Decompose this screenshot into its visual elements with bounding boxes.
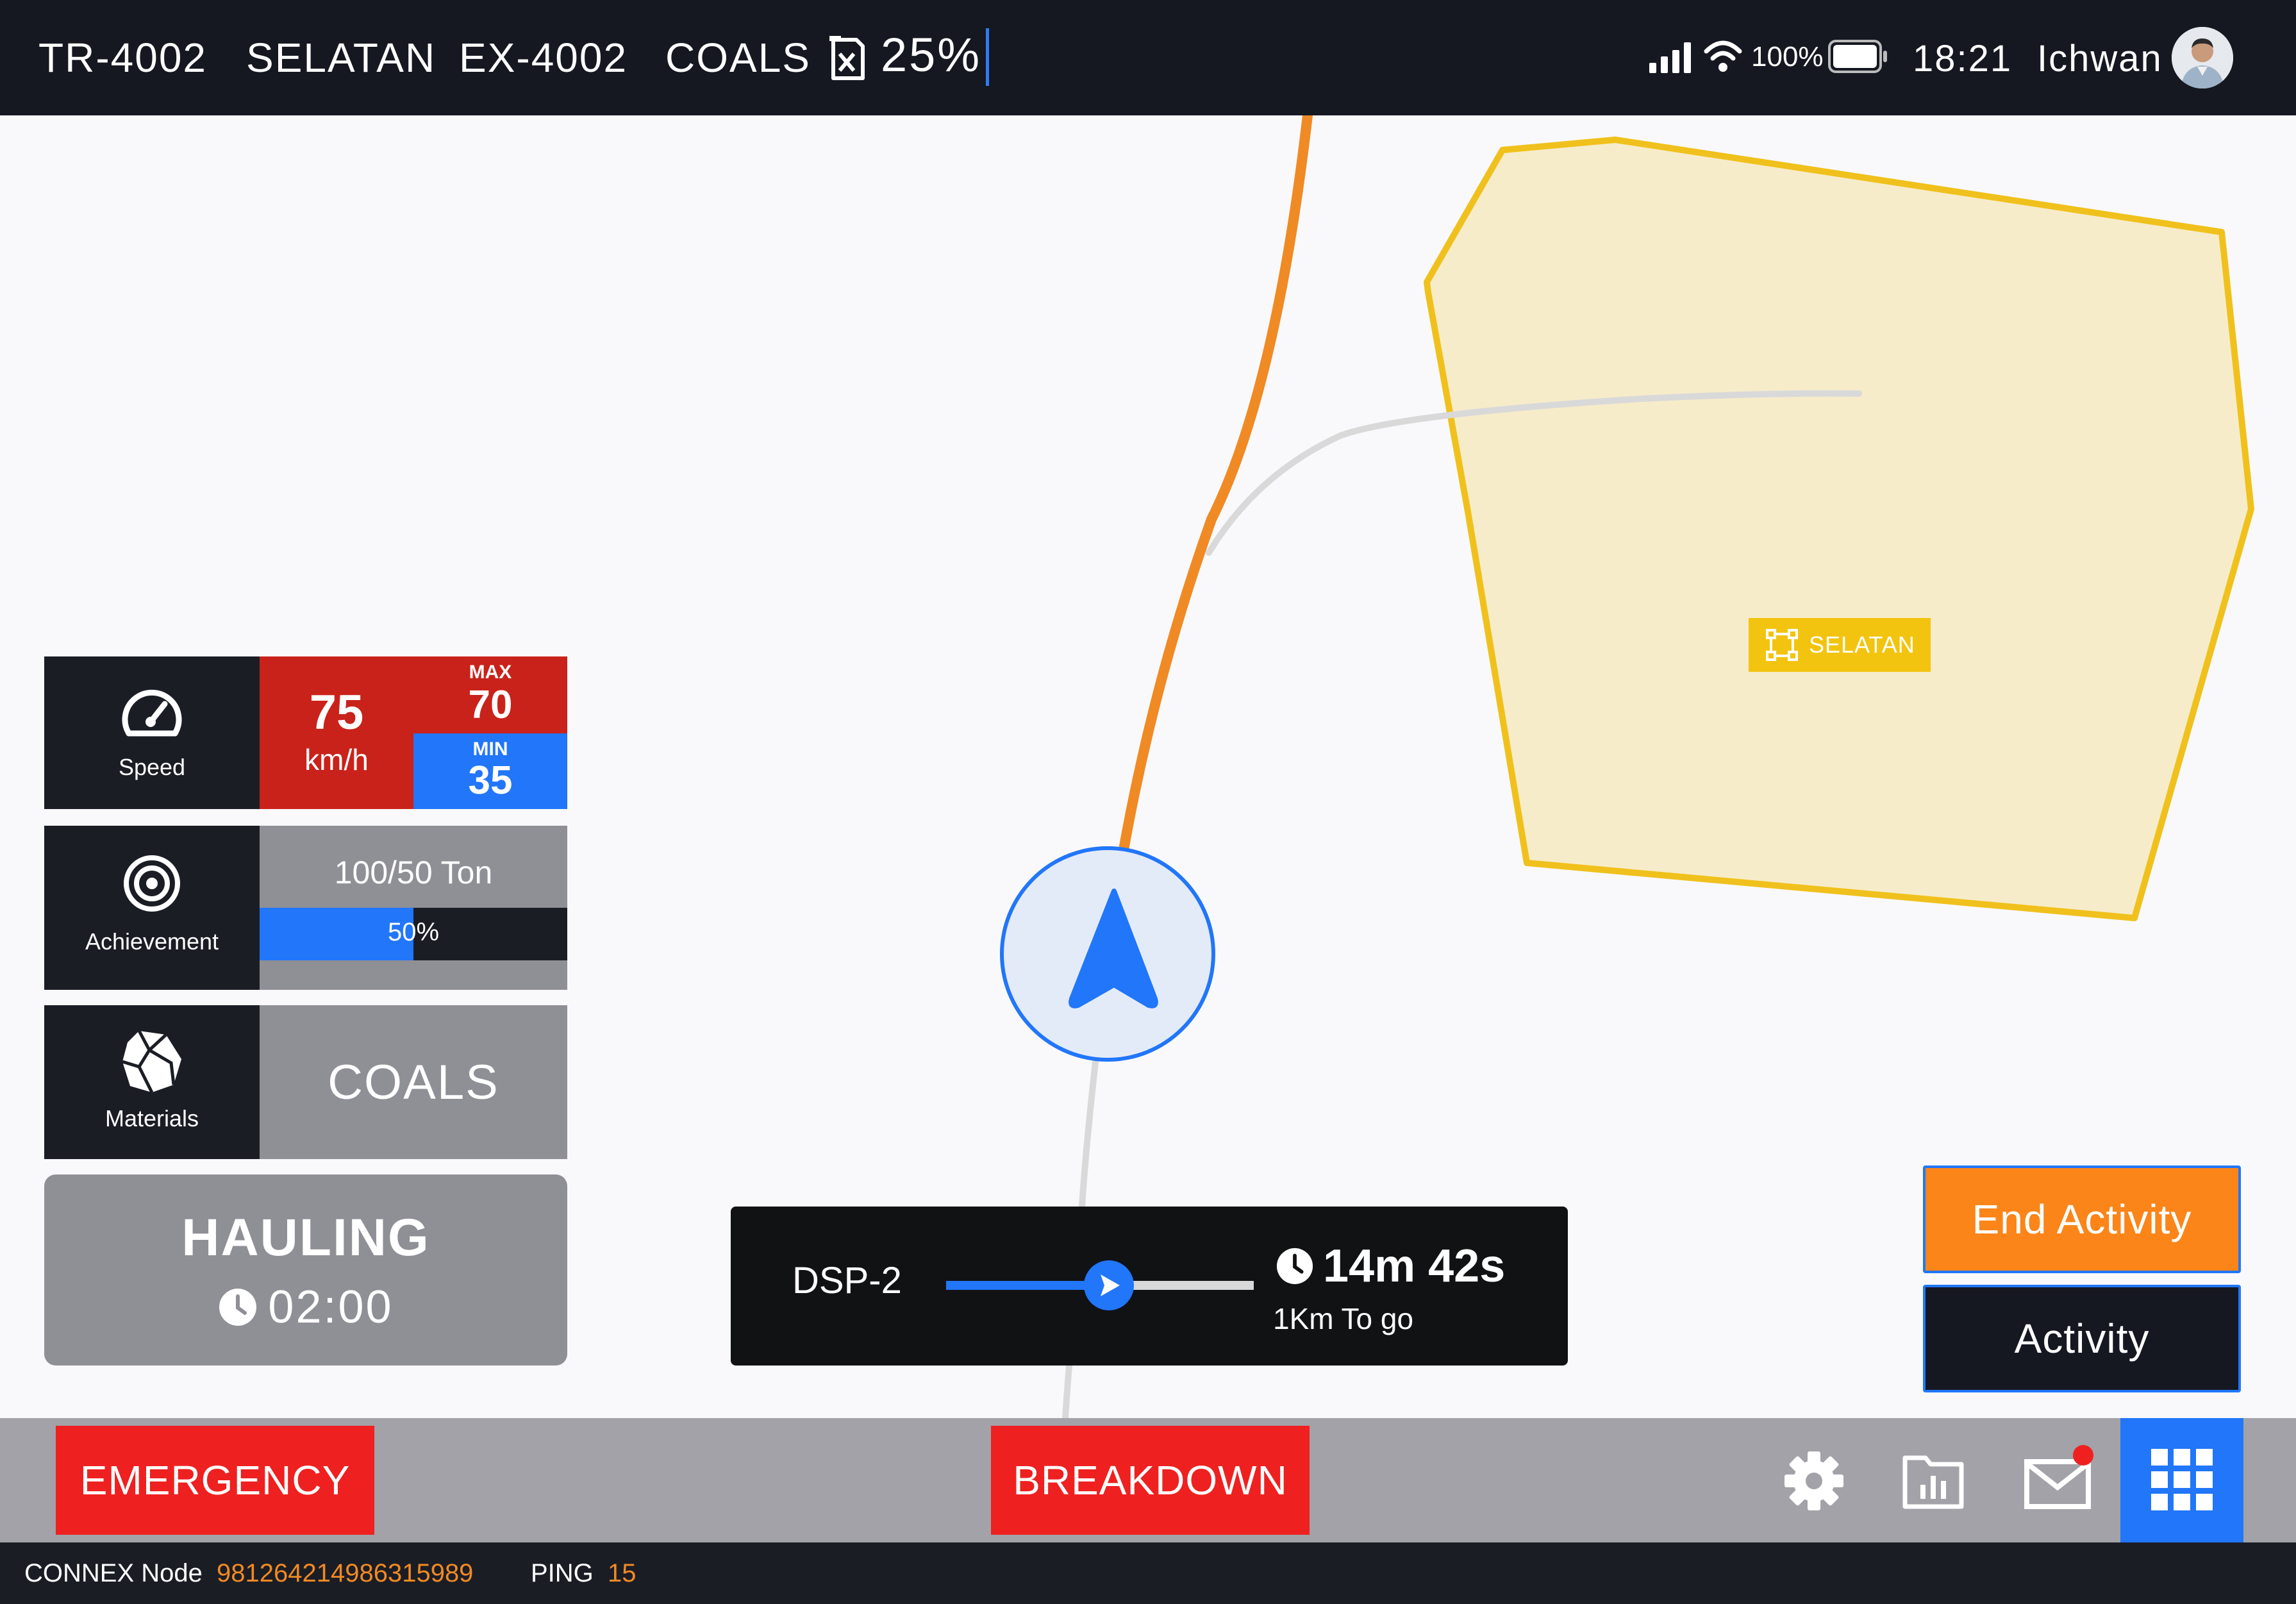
max-value: 70 <box>468 683 513 727</box>
speedometer-icon <box>122 689 182 737</box>
notification-dot <box>2073 1445 2093 1466</box>
arrow-right-icon <box>1101 1274 1120 1296</box>
fuel-level: 25% <box>881 28 982 81</box>
materials-widget: Materials COALS <box>44 1005 567 1159</box>
eta: 14m 42s <box>1276 1240 1505 1292</box>
ping-value: 15 <box>608 1559 636 1587</box>
node-id: 981264214986315989 <box>217 1559 474 1587</box>
connection-status-bar: CONNEX Node 981264214986315989 PING 15 <box>0 1542 2296 1604</box>
target-icon <box>124 855 180 912</box>
polygon-select-icon <box>1766 629 1798 661</box>
activity-timer: 02:00 <box>44 1281 567 1333</box>
mail-icon[interactable] <box>2023 1442 2097 1513</box>
speed-unit: km/h <box>304 743 369 776</box>
materials-icon-box: Materials <box>44 1005 260 1159</box>
achievement-label: Achievement <box>85 928 219 955</box>
clock-icon <box>1276 1248 1313 1285</box>
eta-value: 14m 42s <box>1323 1241 1506 1292</box>
achievement-icon-box: Achievement <box>44 826 260 990</box>
fuel-can-icon <box>829 36 865 80</box>
route-active <box>1111 115 1313 896</box>
route-progress-track <box>946 1260 1254 1310</box>
wifi-icon <box>1704 40 1742 72</box>
activity-timer-value: 02:00 <box>268 1282 394 1333</box>
truck-id: TR-4002 <box>38 35 207 81</box>
fuel-divider <box>986 28 989 86</box>
zone-polygon[interactable] <box>1424 137 2254 921</box>
activity-button[interactable]: Activity <box>1923 1285 2241 1392</box>
apps-menu-button[interactable] <box>2120 1418 2243 1542</box>
achievement-progress-text: 50% <box>387 918 440 946</box>
emergency-button[interactable]: EMERGENCY <box>56 1426 374 1535</box>
zone-name: SELATAN <box>1809 631 1915 658</box>
route-progress-panel: DSP-2 14m 42s 1Km To go <box>731 1207 1568 1366</box>
destination-name: DSP-2 <box>792 1260 902 1301</box>
area-name: SELATAN <box>246 35 437 81</box>
min-label: MIN <box>472 739 508 760</box>
speed-icon-box: Speed <box>44 656 260 809</box>
current-speed: 75 km/h <box>260 656 413 809</box>
material-name: COALS <box>665 35 811 81</box>
avatar[interactable] <box>2172 27 2233 88</box>
excavator-id: EX-4002 <box>459 35 628 81</box>
speed-min: MIN 35 <box>413 733 567 809</box>
node-label: CONNEX Node <box>24 1559 203 1587</box>
materials-label: Materials <box>104 1105 199 1132</box>
speed-max: MAX 70 <box>413 656 567 733</box>
folder-chart-icon[interactable] <box>1901 1449 1965 1513</box>
clock-time: 18:21 <box>1913 38 2013 79</box>
user-photo <box>2172 27 2233 88</box>
clock-icon <box>219 1289 257 1326</box>
breakdown-button[interactable]: BREAKDOWN <box>991 1426 1310 1535</box>
materials-value: COALS <box>260 1005 567 1159</box>
min-value: 35 <box>468 758 513 803</box>
zone-label[interactable]: SELATAN <box>1749 618 1931 672</box>
vehicle-marker <box>1000 846 1215 1062</box>
route-progress-knob <box>1084 1260 1135 1310</box>
gear-icon[interactable] <box>1782 1449 1846 1513</box>
achievement-progress-bar: 50% <box>260 908 567 960</box>
battery-percent: 100% <box>1751 41 1824 72</box>
user-name[interactable]: Ichwan <box>2037 32 2163 86</box>
speed-label: Speed <box>118 754 186 780</box>
activity-status-card: HAULING 02:00 <box>44 1174 567 1366</box>
grid-menu-icon <box>2151 1449 2213 1510</box>
battery-icon <box>1828 40 1887 73</box>
rock-icon <box>122 1030 181 1094</box>
activity-status: HAULING <box>181 1208 430 1267</box>
achievement-widget: Achievement 100/50 Ton 50% <box>44 826 567 990</box>
end-activity-button[interactable]: End Activity <box>1923 1165 2241 1273</box>
speed-value: 75 <box>309 685 364 740</box>
top-status-bar: TR-4002 SELATAN EX-4002 COALS 25% 100% 1… <box>0 0 2296 115</box>
tonnage-value: 100/50 Ton <box>334 855 493 890</box>
max-label: MAX <box>469 662 512 683</box>
bottom-action-bar: EMERGENCY BREAKDOWN <box>0 1418 2296 1542</box>
distance-remaining: 1Km To go <box>1273 1302 1414 1335</box>
ping-label: PING <box>531 1559 594 1587</box>
achievement-detail: 100/50 Ton 50% <box>260 826 567 990</box>
speed-widget: Speed 75 km/h MAX 70 MIN 35 <box>44 656 567 809</box>
cell-signal-icon <box>1649 42 1691 73</box>
